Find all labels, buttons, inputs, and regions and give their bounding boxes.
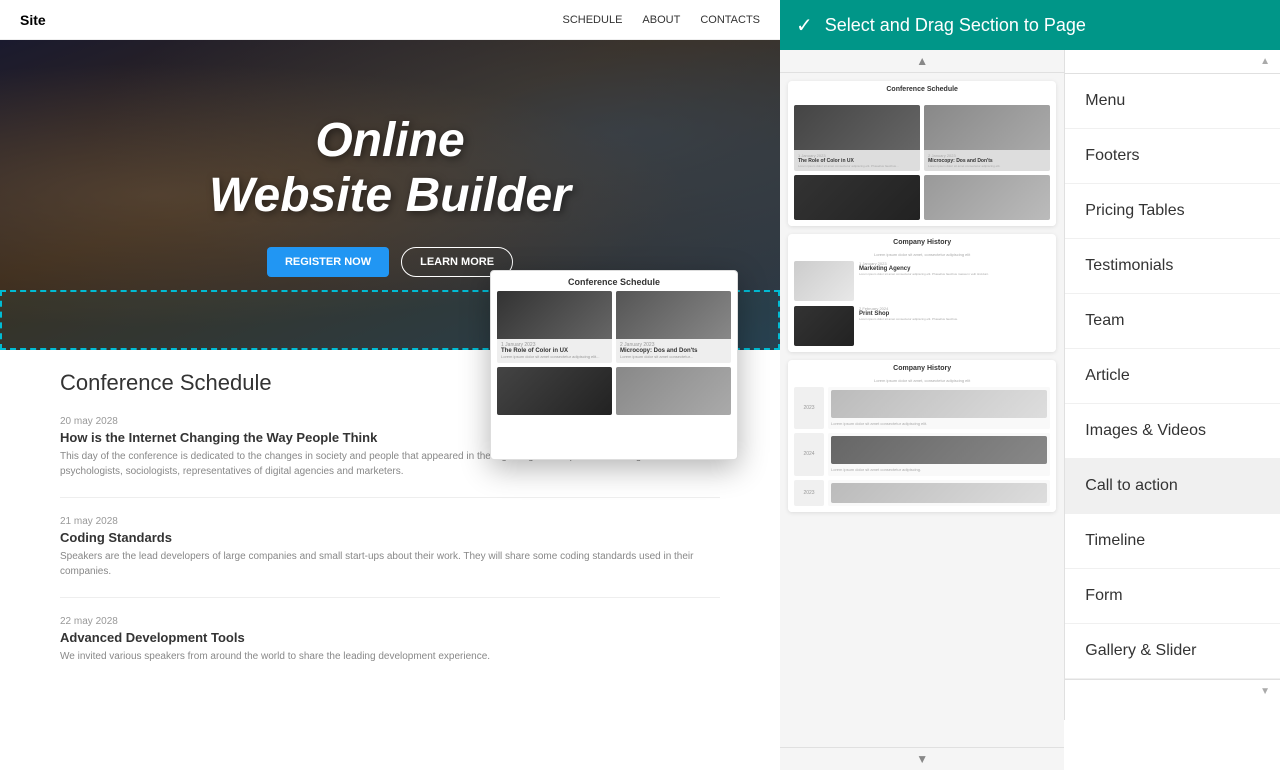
site-nav[interactable]: SCHEDULE ABOUT CONTACTS [563,14,761,26]
divider-1 [60,497,720,498]
label-footers[interactable]: Footers [1065,129,1280,184]
register-button[interactable]: REGISTER NOW [267,247,389,277]
thumb-sched-card-2: 2 January 2023 Microcopy: Dos and Don'ts… [924,105,1050,171]
label-article[interactable]: Article [1065,349,1280,404]
label-gallery-slider[interactable]: Gallery & Slider [1065,624,1280,679]
thumb-card-history1[interactable]: Company History Lorem ipsum dolor sit am… [788,234,1056,352]
thumb-history1-title: Company History [788,234,1056,248]
schedule-desc-2: Speakers are the lead developers of larg… [60,549,720,579]
label-pricing-tables[interactable]: Pricing Tables [1065,184,1280,239]
dragged-card-body-1: Lorem ipsum dolor sit amet consectetur a… [501,354,608,360]
labels-scroll-down[interactable]: ▼ [1065,679,1280,703]
dragged-section-card[interactable]: Conference Schedule 1 January 2023 The R… [490,270,738,460]
schedule-item-3: 22 may 2028 Advanced Development Tools W… [60,616,720,664]
right-panel: ▲ Conference Schedule 1 January 2023 The… [780,0,1280,720]
nav-about[interactable]: ABOUT [642,14,680,26]
thumb-card-history2[interactable]: Company History Lorem ipsum dolor sit am… [788,360,1056,511]
scroll-up-button[interactable]: ▲ [916,54,928,68]
label-team[interactable]: Team [1065,294,1280,349]
thumb-history2-title: Company History [788,360,1056,374]
schedule-date-3: 22 may 2028 [60,616,720,627]
schedule-desc-3: We invited various speakers from around … [60,649,720,664]
dragged-card-grid: 1 January 2023 The Role of Color in UX L… [491,291,737,363]
divider-2 [60,597,720,598]
dragged-card-img-2 [616,291,731,339]
scroll-up-area: ▲ [780,50,1064,73]
dragged-img-4 [616,367,731,415]
thumb-sched-card-1: 1 January 2023 The Role of Color in UX L… [794,105,920,171]
label-timeline[interactable]: Timeline [1065,514,1280,569]
labels-column: ▲ Menu Footers Pricing Tables Testimonia… [1064,50,1280,720]
top-bar: ✓ Select and Drag Section to Page [780,0,1280,50]
label-call-to-action[interactable]: Call to action [1065,459,1280,514]
nav-schedule[interactable]: SCHEDULE [563,14,623,26]
label-menu[interactable]: Menu [1065,74,1280,129]
check-icon: ✓ [796,13,813,38]
thumb-card-schedule-title: Conference Schedule [788,81,1056,97]
dragged-card-title: Conference Schedule [491,271,737,291]
hero-title: Online Website Builder [209,113,571,223]
left-panel: Site SCHEDULE ABOUT CONTACTS Online Webs… [0,0,780,720]
site-header: Site SCHEDULE ABOUT CONTACTS [0,0,780,40]
dragged-img-3 [497,367,612,415]
dragged-card-img-1 [497,291,612,339]
thumbnails-scroll[interactable]: Conference Schedule 1 January 2023 The R… [780,73,1064,747]
thumb-card-schedule[interactable]: Conference Schedule 1 January 2023 The R… [788,81,1056,226]
scroll-down-button[interactable]: ▼ [916,752,928,766]
labels-scroll-up[interactable]: ▲ [1065,50,1280,74]
nav-contacts[interactable]: CONTACTS [700,14,760,26]
label-form[interactable]: Form [1065,569,1280,624]
schedule-title-3: Advanced Development Tools [60,630,720,645]
label-testimonials[interactable]: Testimonials [1065,239,1280,294]
dragged-card-body-2: Lorem ipsum dolor sit amet consectetur..… [620,354,727,360]
dragged-card-item: 1 January 2023 The Role of Color in UX L… [497,291,612,363]
schedule-item-2: 21 may 2028 Coding Standards Speakers ar… [60,516,720,579]
scroll-down-area: ▼ [780,747,1064,770]
thumbnails-area: ▲ Conference Schedule 1 January 2023 The… [780,50,1064,770]
label-images-videos[interactable]: Images & Videos [1065,404,1280,459]
hero-buttons: REGISTER NOW LEARN MORE [267,247,513,277]
schedule-title-2: Coding Standards [60,530,720,545]
schedule-date-2: 21 may 2028 [60,516,720,527]
site-logo: Site [20,12,46,28]
top-bar-title: Select and Drag Section to Page [825,15,1086,36]
dragged-card-item-2: 2 January 2023 Microcopy: Dos and Don'ts… [616,291,731,363]
